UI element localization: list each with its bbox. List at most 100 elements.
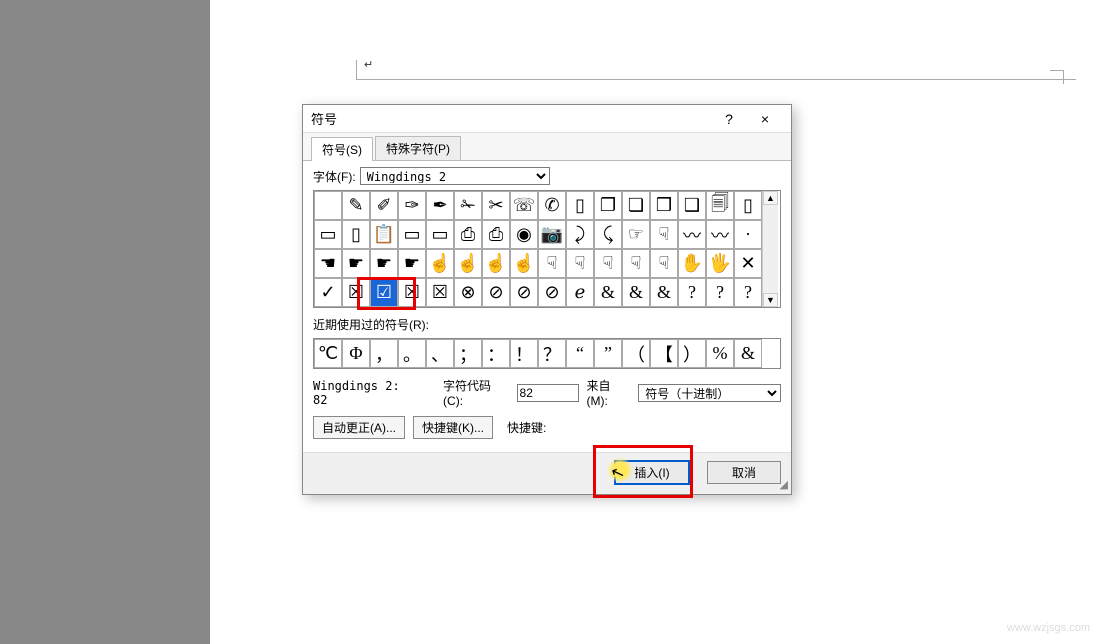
symbol-cell[interactable]: ☛	[398, 249, 426, 278]
recent-symbol-cell[interactable]: 。	[398, 339, 426, 368]
symbol-cell[interactable]: ⊘	[482, 278, 510, 307]
shortcut-button[interactable]: 快捷键(K)...	[413, 416, 493, 439]
symbol-cell[interactable]: &	[594, 278, 622, 307]
recent-symbol-cell[interactable]: 【	[650, 339, 678, 368]
symbol-cell[interactable]: ☟	[650, 249, 678, 278]
symbol-cell[interactable]: ✎	[342, 191, 370, 220]
recent-symbol-cell[interactable]: ；	[454, 339, 482, 368]
help-button[interactable]: ?	[711, 111, 747, 127]
symbol-cell[interactable]: ☏	[510, 191, 538, 220]
symbol-cell[interactable]: ✐	[370, 191, 398, 220]
symbol-cell[interactable]: ✂	[482, 191, 510, 220]
symbol-cell[interactable]: ☟	[538, 249, 566, 278]
symbol-cell[interactable]: ✓	[314, 278, 342, 307]
grid-scrollbar[interactable]: ▲ ▼	[762, 191, 778, 307]
symbol-cell[interactable]: ⊘	[538, 278, 566, 307]
symbol-cell[interactable]: ▭	[426, 220, 454, 249]
recent-symbol-cell[interactable]: ”	[594, 339, 622, 368]
symbol-cell[interactable]: ☚	[314, 249, 342, 278]
symbol-cell[interactable]: ⊗	[454, 278, 482, 307]
recent-symbol-cell[interactable]: ，	[370, 339, 398, 368]
symbol-cell[interactable]: ☟	[622, 249, 650, 278]
symbol-cell[interactable]: 🖐	[706, 249, 734, 278]
symbol-cell[interactable]: ☟	[566, 249, 594, 278]
scroll-down-icon[interactable]: ▼	[763, 293, 778, 307]
symbol-cell[interactable]: ☛	[370, 249, 398, 278]
symbol-cell[interactable]: ?	[734, 278, 762, 307]
symbol-cell[interactable]: 📋	[370, 220, 398, 249]
symbol-cell[interactable]: ☞	[622, 220, 650, 249]
symbol-cell[interactable]: ☝	[482, 249, 510, 278]
recent-symbols: ℃Φ，。、；：！？“”（【）%&	[313, 338, 781, 369]
tab-special[interactable]: 特殊字符(P)	[375, 136, 461, 160]
symbol-cell[interactable]: ☝	[426, 249, 454, 278]
symbol-cell[interactable]: ✆	[538, 191, 566, 220]
symbol-cell[interactable]: ▯	[566, 191, 594, 220]
cancel-button[interactable]: 取消	[707, 461, 781, 484]
symbol-cell[interactable]: ✑	[398, 191, 426, 220]
symbol-cell[interactable]: ☒	[342, 278, 370, 307]
tab-symbols[interactable]: 符号(S)	[311, 137, 373, 161]
char-code-input[interactable]	[517, 384, 579, 402]
symbol-cell[interactable]: ✋	[678, 249, 706, 278]
recent-symbol-cell[interactable]: “	[566, 339, 594, 368]
symbol-cell[interactable]: ▭	[314, 220, 342, 249]
symbol-cell[interactable]: 〰	[678, 220, 706, 249]
from-select[interactable]: 符号（十进制）	[638, 384, 781, 402]
symbol-cell[interactable]: ✁	[454, 191, 482, 220]
tabs: 符号(S) 特殊字符(P)	[303, 133, 791, 161]
symbol-cell[interactable]: ☟	[594, 249, 622, 278]
symbol-cell[interactable]: ?	[678, 278, 706, 307]
recent-symbol-cell[interactable]: 、	[426, 339, 454, 368]
insert-button[interactable]: 插入(I)	[615, 461, 689, 484]
symbol-cell[interactable]: ☑	[370, 278, 398, 307]
recent-symbol-cell[interactable]: ℃	[314, 339, 342, 368]
autocorrect-button[interactable]: 自动更正(A)...	[313, 416, 405, 439]
symbol-cell[interactable]: ▯	[734, 191, 762, 220]
symbol-cell[interactable]: ☝	[510, 249, 538, 278]
symbol-cell[interactable]	[314, 191, 342, 220]
symbol-cell[interactable]: &	[650, 278, 678, 307]
symbol-cell[interactable]: ⊘	[510, 278, 538, 307]
symbol-cell[interactable]: ❑	[678, 191, 706, 220]
symbol-cell[interactable]: ?	[706, 278, 734, 307]
symbol-cell[interactable]: 〰	[706, 220, 734, 249]
recent-symbol-cell[interactable]: ？	[538, 339, 566, 368]
recent-symbol-cell[interactable]: %	[706, 339, 734, 368]
scroll-up-icon[interactable]: ▲	[763, 191, 778, 205]
titlebar: 符号 ? ×	[303, 105, 791, 133]
symbol-cell[interactable]: ·	[734, 220, 762, 249]
symbol-cell[interactable]: 📷	[538, 220, 566, 249]
close-button[interactable]: ×	[747, 111, 783, 127]
recent-symbol-cell[interactable]: ）	[678, 339, 706, 368]
symbol-cell[interactable]: ❏	[622, 191, 650, 220]
symbol-cell[interactable]: ▯	[342, 220, 370, 249]
recent-symbol-cell[interactable]: ！	[510, 339, 538, 368]
font-label: 字体(F):	[313, 168, 356, 185]
recent-symbol-cell[interactable]: Φ	[342, 339, 370, 368]
symbol-cell[interactable]: &	[622, 278, 650, 307]
recent-symbol-cell[interactable]: &	[734, 339, 762, 368]
recent-symbol-cell[interactable]: ：	[482, 339, 510, 368]
symbol-cell[interactable]: ◉	[510, 220, 538, 249]
font-select[interactable]: Wingdings 2	[360, 167, 550, 185]
symbol-cell[interactable]: ▭	[398, 220, 426, 249]
symbol-cell[interactable]: ☝	[454, 249, 482, 278]
symbol-cell[interactable]: ☛	[342, 249, 370, 278]
symbol-cell[interactable]: ⤸	[566, 220, 594, 249]
symbol-cell[interactable]: ❒	[650, 191, 678, 220]
symbol-cell[interactable]: ✒	[426, 191, 454, 220]
symbol-cell[interactable]: ✕	[734, 249, 762, 278]
symbol-cell[interactable]: ☒	[426, 278, 454, 307]
symbol-cell[interactable]: ❐	[594, 191, 622, 220]
watermark: www.wzjsgs.com	[1007, 622, 1090, 634]
resize-grip[interactable]: ◢	[780, 478, 788, 491]
symbol-cell[interactable]: 🗐	[706, 191, 734, 220]
symbol-cell[interactable]: ☒	[398, 278, 426, 307]
symbol-cell[interactable]: ⤹	[594, 220, 622, 249]
symbol-cell[interactable]: ⎙	[454, 220, 482, 249]
recent-symbol-cell[interactable]: （	[622, 339, 650, 368]
symbol-cell[interactable]: ℯ	[566, 278, 594, 307]
symbol-cell[interactable]: ☟	[650, 220, 678, 249]
symbol-cell[interactable]: ⎙	[482, 220, 510, 249]
